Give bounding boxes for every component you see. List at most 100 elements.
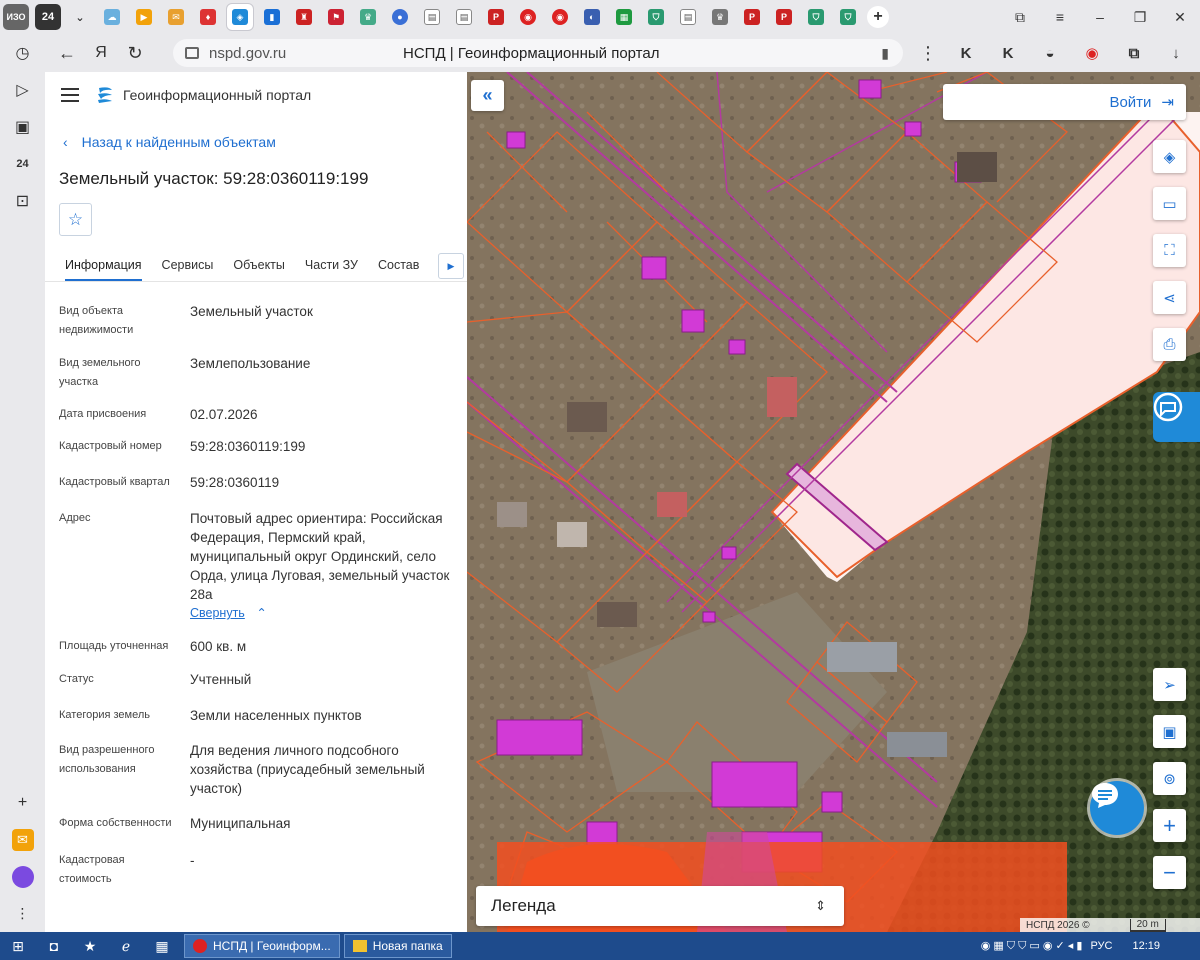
tab-forward[interactable]: ▶ (131, 4, 157, 30)
locate-button[interactable]: ➢ (1153, 668, 1186, 701)
extension-copy-icon[interactable]: ⧉ (1118, 38, 1150, 68)
history-icon[interactable]: ◷ (0, 34, 45, 71)
tab-shield-2[interactable]: ⛉ (803, 4, 829, 30)
url-field[interactable]: nspd.gov.ru НСПД | Геоинформационный пор… (173, 39, 903, 67)
chat-button[interactable] (1090, 781, 1144, 835)
tab-pdf-3[interactable]: P (771, 4, 797, 30)
map-view[interactable]: « Войти ⇥ ◈ ▭ ⛶ ⋖ ⎙ ➢ ▣ ⊚ + − Легенда ⇕ … (467, 72, 1200, 932)
news-24-icon[interactable]: 24 (0, 145, 45, 182)
url-text: nspd.gov.ru (209, 44, 287, 62)
bookmark-icon[interactable]: ▮ (881, 45, 889, 62)
layers-button[interactable]: ◈ (1153, 140, 1186, 173)
tab-doc-1[interactable]: ▤ (419, 4, 445, 30)
share-button[interactable]: ⋖ (1153, 281, 1186, 314)
taskbar-ie-icon[interactable]: ℯ (108, 932, 144, 960)
window-controls: ⧉ ≡ – ❐ ✕ (1000, 0, 1200, 34)
tab-doc-2[interactable]: ▤ (451, 4, 477, 30)
lock-icon[interactable] (185, 47, 199, 59)
tab-cloud[interactable]: ☁ (99, 4, 125, 30)
extension-k2-icon[interactable]: K (992, 38, 1024, 68)
windows-start-icon[interactable]: ⊞ (0, 932, 36, 960)
tab-emblem-2[interactable]: ♛ (707, 4, 733, 30)
tab-target-1[interactable]: ◉ (515, 4, 541, 30)
tab-shield-3[interactable]: ⛉ (835, 4, 861, 30)
tab-sheet[interactable]: ▦ (611, 4, 637, 30)
new-tab-plus-icon[interactable]: + (867, 6, 889, 28)
tray-clock[interactable]: 12:19 (1132, 940, 1160, 952)
side-tab-button[interactable] (1153, 392, 1200, 442)
tab-bars[interactable]: ▮ (259, 4, 285, 30)
tab-arms-red[interactable]: ⚑ (323, 4, 349, 30)
tab-objects[interactable]: Объекты (233, 252, 285, 281)
reload-icon[interactable]: ↻ (118, 36, 152, 70)
hamburger-menu-icon[interactable] (61, 88, 79, 102)
taskbar-folder-task[interactable]: Новая папка (343, 934, 452, 958)
tab-izo[interactable]: ИЗО (3, 4, 29, 30)
taskbar-app-icon[interactable]: ◘ (36, 932, 72, 960)
extension-shield-icon[interactable]: ◒ (1034, 38, 1066, 68)
zoom-out-button[interactable]: − (1153, 856, 1186, 889)
select-area-button[interactable]: ⛶ (1153, 234, 1186, 267)
extension-k1-icon[interactable]: K (950, 38, 982, 68)
alice-icon[interactable] (0, 858, 45, 895)
tabs-chevron-down-icon[interactable]: ⌄ (67, 4, 93, 30)
tab-globe[interactable]: ● (387, 4, 413, 30)
collections-icon[interactable]: ▣ (0, 108, 45, 145)
extension-target-icon[interactable]: ◉ (1076, 38, 1108, 68)
chat-bubble-icon (1153, 392, 1183, 422)
geo-search-button[interactable]: ⊚ (1153, 762, 1186, 795)
field-value: Муниципальная (190, 816, 291, 831)
mail-app-icon[interactable]: ✉ (0, 821, 45, 858)
tab-composition[interactable]: Состав (378, 252, 419, 281)
back-to-results-link[interactable]: ‹ Назад к найденным объектам (63, 134, 276, 150)
more-icon[interactable]: ⋮ (0, 895, 45, 932)
legend-dropdown[interactable]: Легенда ⇕ (476, 886, 844, 926)
collapse-panel-button[interactable]: « (471, 80, 504, 111)
tab-fox[interactable]: ♦ (195, 4, 221, 30)
tab-24[interactable]: 24 (35, 4, 61, 30)
tray-lang[interactable]: РУС (1090, 940, 1112, 952)
tab-services[interactable]: Сервисы (162, 252, 214, 281)
taskbar-star-icon[interactable]: ★ (72, 932, 108, 960)
back-arrow-icon[interactable]: ← (50, 36, 84, 70)
taskbar-browser-task[interactable]: НСПД | Геоинформ... (184, 934, 340, 958)
ruler-button[interactable]: ▭ (1153, 187, 1186, 220)
screenshot-icon[interactable]: ⊡ (0, 182, 45, 219)
field-label: Площадь уточненная (59, 640, 169, 652)
folder-icon (352, 940, 367, 952)
tab-parts[interactable]: Части ЗУ (305, 252, 358, 281)
taskbar-archive-icon[interactable]: ▦ (144, 932, 180, 960)
tab-mail[interactable]: ✉ (163, 4, 189, 30)
zoom-in-button[interactable]: + (1153, 809, 1186, 842)
field-value: Для ведения личного подсобного хозяйства… (190, 743, 425, 796)
tab-emblem[interactable]: ♛ (355, 4, 381, 30)
tab-target-2[interactable]: ◉ (547, 4, 573, 30)
tab-pdf-1[interactable]: P (483, 4, 509, 30)
menu-icon[interactable]: ≡ (1040, 9, 1080, 25)
login-label: Войти (1109, 93, 1152, 111)
close-icon[interactable]: ✕ (1160, 9, 1200, 26)
tabs-next-chevron-icon[interactable]: ▶ (438, 253, 464, 279)
tab-arms[interactable]: ♜ (291, 4, 317, 30)
tab-ball[interactable]: ◐ (579, 4, 605, 30)
print-button[interactable]: ⎙ (1153, 328, 1186, 361)
tab-information[interactable]: Информация (65, 252, 142, 281)
login-button[interactable]: Войти ⇥ (943, 84, 1186, 120)
tray-icons[interactable]: ◉ ▦ ⛉ ⛉ ▭ ◉ ✓ ◂ ▮ (981, 939, 1083, 953)
pin-icon[interactable]: ⧉ (1000, 9, 1040, 26)
minimize-icon[interactable]: – (1080, 9, 1120, 25)
collapse-address-link[interactable]: Свернуть ⌃ (190, 605, 267, 620)
add-icon[interactable]: + (0, 784, 45, 821)
tab-portal-active[interactable]: ◈ (227, 4, 253, 30)
tab-pdf-2[interactable]: P (739, 4, 765, 30)
download-icon[interactable]: ↓ (1160, 38, 1192, 68)
tab-doc-3[interactable]: ▤ (675, 4, 701, 30)
yandex-icon[interactable]: Я (84, 36, 118, 70)
browser-menu-dots-icon[interactable]: ⋮ (911, 36, 945, 70)
screen-button[interactable]: ▣ (1153, 715, 1186, 748)
favorite-star-button[interactable]: ☆ (59, 203, 92, 236)
tab-shield-1[interactable]: ⛉ (643, 4, 669, 30)
restore-icon[interactable]: ❐ (1120, 9, 1160, 26)
field-label: Адрес (59, 512, 91, 524)
play-icon[interactable]: ▷ (0, 71, 45, 108)
